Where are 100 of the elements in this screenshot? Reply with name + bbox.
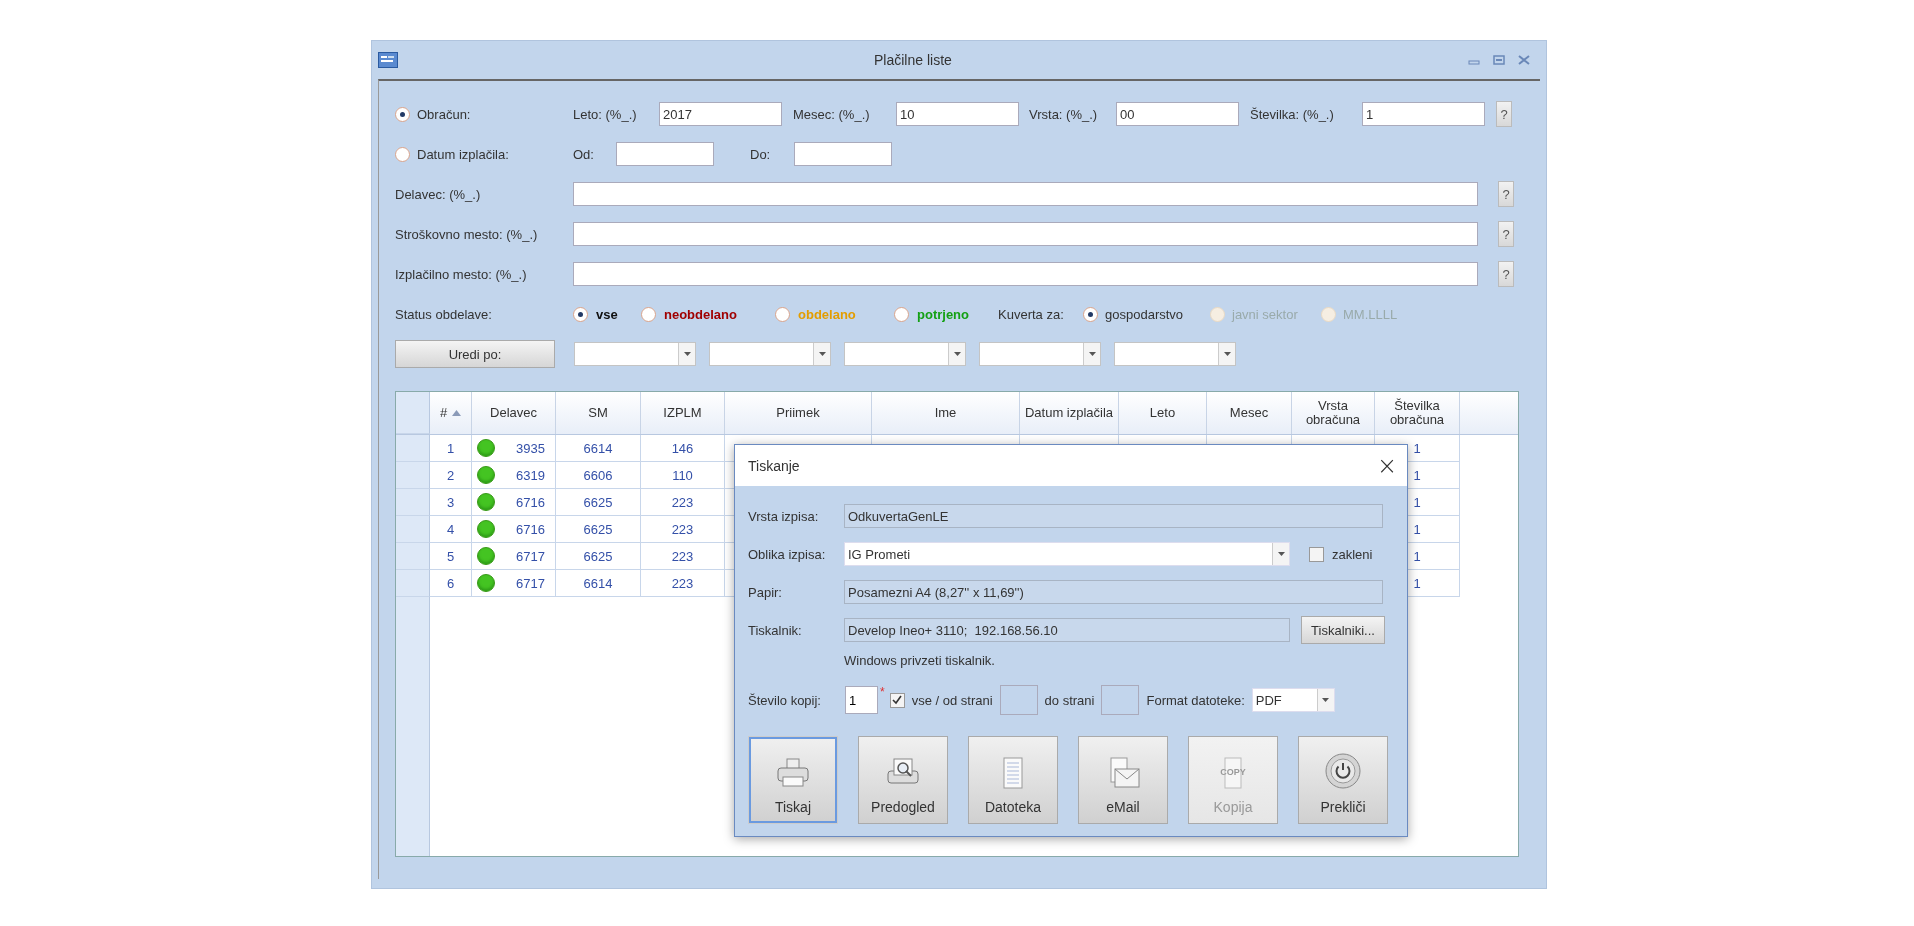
field-label: Oblika izpisa: (748, 546, 827, 562)
row-header[interactable] (396, 570, 430, 597)
mail-button[interactable]: eMail (1078, 736, 1168, 824)
column-header[interactable]: Priimek (725, 392, 872, 434)
table-cell: 223 (641, 516, 725, 543)
table-cell: 223 (641, 489, 725, 516)
dropdown[interactable] (709, 342, 831, 366)
readonly-field: Develop Ineo+ 3110; 192.168.56.10 (844, 618, 1290, 642)
radio-button[interactable] (1083, 306, 1098, 322)
column-header[interactable]: Mesec (1207, 392, 1292, 434)
dropdown[interactable] (844, 342, 966, 366)
table-cell: 6716 (516, 521, 545, 537)
radio-label: MM.LLLL (1343, 306, 1398, 322)
table-cell: 1 (430, 435, 472, 462)
table-cell: 6716 (516, 494, 545, 510)
lookup-button[interactable]: ? (1498, 181, 1514, 207)
field-label: Vrsta izpisa: (748, 508, 820, 524)
field-label: Od: (573, 146, 595, 162)
required-mark: * (880, 685, 885, 699)
field-label: Število kopij: (748, 692, 822, 708)
input-field[interactable] (999, 685, 1038, 715)
column-header[interactable]: Vrsta obračuna (1292, 392, 1375, 434)
power-icon (1325, 753, 1361, 789)
radio-label: vse (596, 306, 618, 322)
table-cell: 6 (430, 570, 472, 597)
radio-label: potrjeno (917, 306, 969, 322)
column-header[interactable]: SM (556, 392, 641, 434)
dialog-title: Tiskanje (748, 457, 800, 474)
caret-icon (1322, 698, 1330, 702)
dropdown[interactable]: PDF (1251, 688, 1335, 712)
readonly-field: OdkuvertaGenLE (844, 504, 1383, 528)
lookup-button[interactable]: ? (1498, 261, 1514, 287)
caret-icon (1088, 352, 1096, 356)
printer-note: Windows privzeti tiskalnik. (844, 653, 996, 669)
column-header[interactable]: Leto (1119, 392, 1207, 434)
dropdown[interactable]: IG Prometi (844, 542, 1290, 566)
checkbox[interactable] (889, 692, 905, 708)
table-cell: 6625 (556, 489, 641, 516)
input-field[interactable] (573, 182, 1478, 206)
field-label: Do: (750, 146, 772, 162)
input-field[interactable]: 00 (1116, 102, 1239, 126)
input-field[interactable] (616, 142, 714, 166)
input-field[interactable] (573, 262, 1478, 286)
input-field[interactable]: 2017 (659, 102, 782, 126)
radio-button[interactable] (775, 306, 790, 322)
checkbox[interactable] (1309, 546, 1324, 562)
radio-button[interactable] (395, 146, 410, 162)
radio-button[interactable] (894, 306, 909, 322)
table-cell: 6614 (556, 570, 641, 597)
column-header[interactable]: Delavec (472, 392, 556, 434)
input-field[interactable] (1101, 685, 1140, 715)
input-field[interactable] (573, 222, 1478, 246)
table-cell: 3 (430, 489, 472, 516)
radio-label: obdelano (798, 306, 856, 322)
table-cell: 110 (641, 462, 725, 489)
column-header[interactable]: Številka obračuna (1375, 392, 1460, 434)
input-field[interactable]: 10 (896, 102, 1019, 126)
row-header[interactable] (396, 543, 430, 570)
input-field[interactable]: 1 (1362, 102, 1485, 126)
field-label: Izplačilno mesto: (%_.) (395, 266, 528, 282)
row-header[interactable] (396, 462, 430, 489)
field-label: Stroškovno mesto: (%_.) (395, 226, 539, 242)
window-title: Plačilne liste (874, 52, 952, 68)
row-header[interactable] (396, 489, 430, 516)
file-button[interactable]: Datoteka (968, 736, 1058, 824)
column-header[interactable]: Datum izplačila (1020, 392, 1119, 434)
radio-button[interactable] (641, 306, 656, 322)
printers-button[interactable]: Tiskalniki... (1301, 616, 1385, 644)
input-field[interactable]: 1 (845, 686, 878, 714)
field-label: Leto: (%_.) (573, 106, 638, 122)
table-cell: 5 (430, 543, 472, 570)
field-label: do strani (1044, 692, 1095, 708)
row-header[interactable] (396, 435, 430, 462)
table-cell: 223 (641, 570, 725, 597)
dropdown[interactable] (1114, 342, 1236, 366)
field-label: Format datoteke: (1146, 692, 1245, 708)
lookup-button[interactable]: ? (1496, 101, 1512, 127)
sort-arrow-icon (452, 410, 462, 416)
maximize-icon[interactable] (1493, 55, 1505, 65)
sort-button[interactable]: Uredi po: (395, 340, 555, 368)
column-header[interactable]: IZPLM (641, 392, 725, 434)
checkbox-label: zakleni (1332, 546, 1373, 562)
column-header[interactable]: Ime (872, 392, 1020, 434)
print-button[interactable]: Tiskaj (748, 736, 838, 824)
radio-button[interactable] (573, 306, 588, 322)
column-header[interactable]: # (430, 392, 472, 434)
row-header[interactable] (396, 516, 430, 543)
radio-button[interactable] (395, 106, 410, 122)
dropdown[interactable] (574, 342, 696, 366)
preview-button[interactable]: Predogled (858, 736, 948, 824)
input-field[interactable] (794, 142, 892, 166)
lookup-button[interactable]: ? (1498, 221, 1514, 247)
radio-label: gospodarstvo (1105, 306, 1184, 322)
table-cell: 6625 (556, 516, 641, 543)
cancel-button[interactable]: Prekliči (1298, 736, 1388, 824)
close-icon[interactable] (1518, 55, 1530, 65)
dropdown[interactable] (979, 342, 1101, 366)
table-cell: 6606 (556, 462, 641, 489)
field-label: Status obdelave: (395, 306, 493, 322)
caret-icon (1223, 352, 1231, 356)
